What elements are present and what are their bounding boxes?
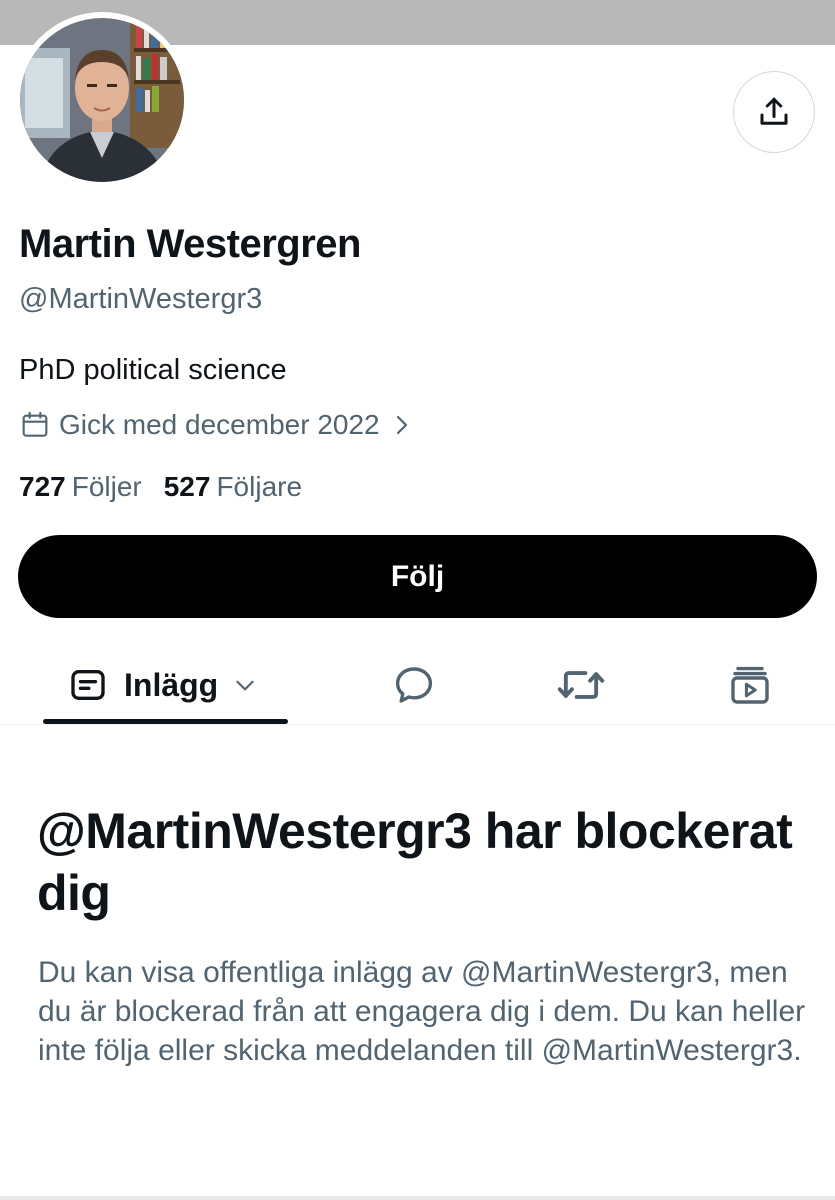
calendar-icon bbox=[22, 411, 48, 437]
joined-date: Gick med december 2022 bbox=[59, 409, 380, 440]
following-label: Följer bbox=[71, 471, 142, 502]
followers-count: 527 bbox=[163, 471, 211, 502]
chevron-right-icon bbox=[396, 415, 407, 435]
profile-tabs: Inlägg bbox=[0, 645, 835, 725]
following-count: 727 bbox=[19, 471, 66, 502]
tab-media[interactable] bbox=[726, 645, 774, 725]
posts-icon bbox=[71, 670, 105, 700]
tab-reposts[interactable] bbox=[555, 645, 607, 725]
display-name: Martin Westergren bbox=[19, 222, 361, 266]
tab-replies[interactable] bbox=[390, 645, 438, 725]
bottom-divider bbox=[0, 1196, 835, 1200]
speech-bubble-icon bbox=[395, 667, 433, 703]
followers-label: Följare bbox=[216, 471, 303, 502]
share-icon bbox=[760, 97, 788, 125]
repost-icon bbox=[557, 671, 605, 699]
follow-button[interactable]: Följ bbox=[18, 535, 817, 618]
profile-handle: @MartinWestergr3 bbox=[19, 283, 263, 315]
blocked-description: Du kan visa offentliga inlägg av @Martin… bbox=[38, 956, 806, 1067]
followers-link[interactable]: 527 Följare bbox=[164, 471, 302, 503]
profile-bio: PhD political science bbox=[19, 354, 287, 386]
tabs-divider bbox=[0, 724, 835, 725]
joined-date-row[interactable]: Gick med december 2022 bbox=[19, 405, 414, 445]
tab-posts-label: Inlägg bbox=[124, 666, 219, 703]
follow-stats: 727 Följer 527 Följare bbox=[19, 467, 302, 507]
avatar-photo bbox=[20, 18, 184, 182]
media-icon bbox=[731, 666, 769, 704]
blocked-title: @MartinWestergr3 har blockerat dig bbox=[37, 803, 793, 921]
tab-posts[interactable]: Inlägg bbox=[68, 645, 258, 725]
share-button[interactable] bbox=[733, 71, 815, 153]
avatar[interactable] bbox=[14, 12, 190, 188]
chevron-down-icon[interactable] bbox=[232, 672, 258, 698]
following-link[interactable]: 727 Följer bbox=[19, 471, 142, 503]
